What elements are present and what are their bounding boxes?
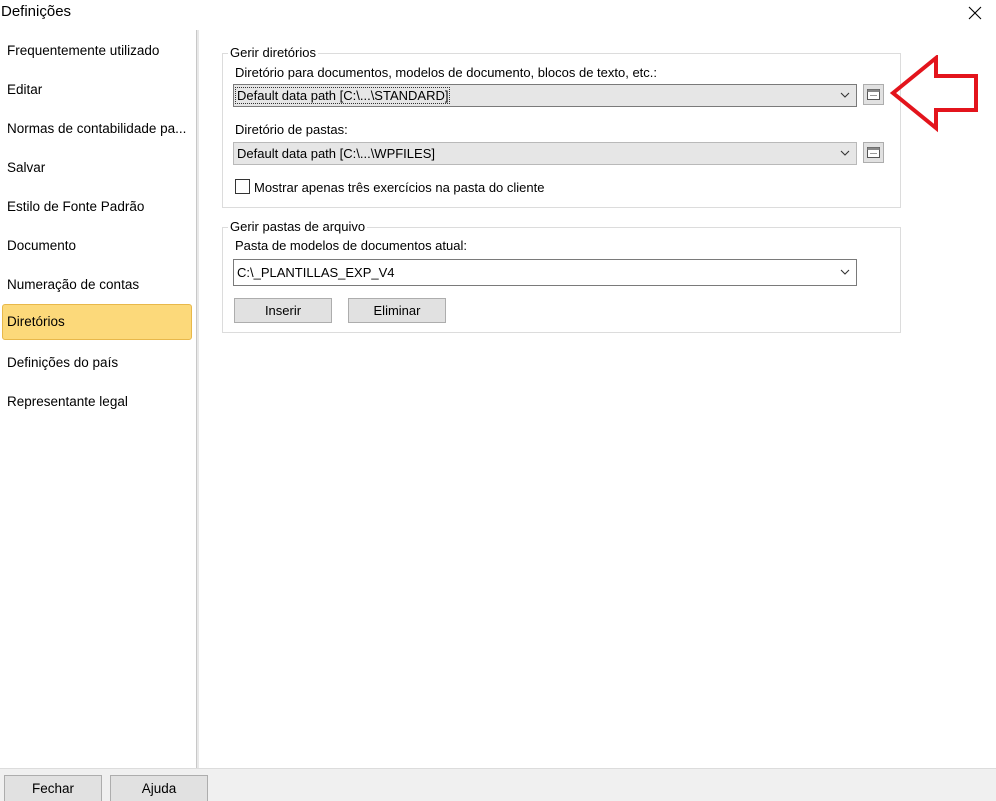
archive-folders-legend: Gerir pastas de arquivo	[228, 219, 368, 234]
dialog-footer: Fechar Ajuda	[0, 768, 996, 801]
settings-sidebar: Frequentemente utilizado Editar Normas d…	[0, 30, 197, 768]
sidebar-item-save[interactable]: Salvar	[2, 150, 192, 186]
insert-button[interactable]: Inserir	[234, 298, 332, 323]
current-templates-folder-label: Pasta de modelos de documentos atual:	[235, 238, 467, 253]
sidebar-item-document[interactable]: Documento	[2, 228, 192, 264]
manage-directories-legend: Gerir diretórios	[228, 45, 318, 60]
documents-directory-combo[interactable]: Default data path [C:\...\STANDARD]	[233, 84, 857, 107]
sidebar-divider	[197, 30, 199, 768]
sidebar-item-default-font-style[interactable]: Estilo de Fonte Padrão	[2, 189, 192, 225]
sidebar-item-frequently-used[interactable]: Frequentemente utilizado	[2, 33, 192, 69]
close-icon	[968, 6, 982, 20]
three-years-checkbox-label: Mostrar apenas três exercícios na pasta …	[254, 180, 545, 195]
help-button[interactable]: Ajuda	[110, 775, 208, 801]
folder-browse-icon	[867, 147, 880, 158]
documents-browse-button[interactable]	[863, 84, 884, 105]
chevron-down-icon	[840, 92, 850, 98]
documents-directory-value: Default data path [C:\...\STANDARD]	[234, 87, 451, 104]
sidebar-item-country-settings[interactable]: Definições do país	[2, 345, 192, 381]
title-bar: Definições	[0, 0, 996, 28]
folder-browse-icon	[867, 89, 880, 100]
window-title: Definições	[1, 3, 72, 20]
folders-browse-button[interactable]	[863, 142, 884, 163]
folders-directory-value: Default data path [C:\...\WPFILES]	[237, 146, 435, 161]
sidebar-item-accounting-standards[interactable]: Normas de contabilidade pa...	[2, 111, 192, 147]
three-years-checkbox[interactable]	[235, 179, 250, 194]
chevron-down-icon	[840, 150, 850, 156]
annotation-arrow-icon	[889, 55, 978, 133]
chevron-down-icon	[840, 269, 850, 275]
folders-directory-combo[interactable]: Default data path [C:\...\WPFILES]	[233, 142, 857, 165]
close-dialog-button[interactable]: Fechar	[4, 775, 102, 801]
sidebar-item-directories[interactable]: Diretórios	[2, 304, 192, 340]
current-templates-folder-value: C:\_PLANTILLAS_EXP_V4	[237, 265, 395, 280]
sidebar-item-legal-representative[interactable]: Representante legal	[2, 384, 192, 420]
documents-directory-label: Diretório para documentos, modelos de do…	[235, 65, 658, 80]
folders-directory-label: Diretório de pastas:	[235, 122, 348, 137]
delete-button[interactable]: Eliminar	[348, 298, 446, 323]
current-templates-folder-combo[interactable]: C:\_PLANTILLAS_EXP_V4	[233, 259, 857, 286]
sidebar-item-edit[interactable]: Editar	[2, 72, 192, 108]
sidebar-item-account-numbering[interactable]: Numeração de contas	[2, 267, 192, 303]
close-button[interactable]	[962, 1, 988, 25]
